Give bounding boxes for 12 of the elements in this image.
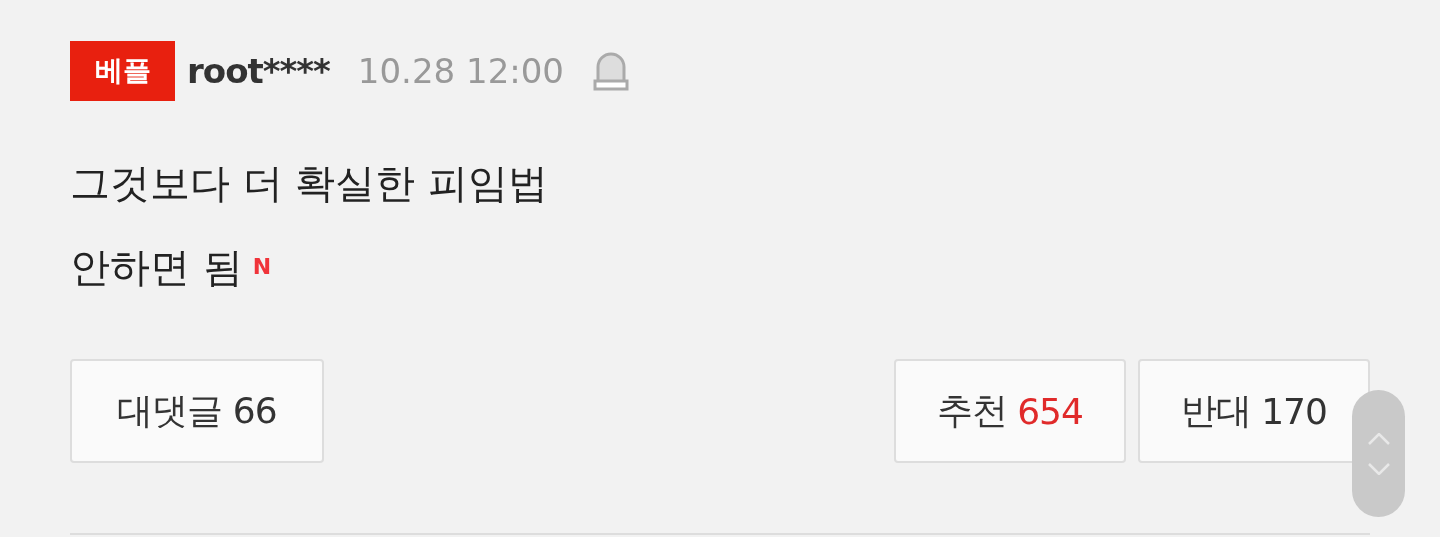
- author-name: root****: [187, 51, 330, 91]
- oppose-button[interactable]: 반대 170: [1138, 359, 1370, 463]
- recommend-button[interactable]: 추천 654: [894, 359, 1126, 463]
- bell-icon[interactable]: [592, 51, 630, 91]
- comment-time: 10.28 12:00: [357, 51, 564, 91]
- comment-text: 그것보다 더 확실한 피임법: [70, 159, 549, 208]
- chevron-up-icon[interactable]: [1367, 432, 1390, 445]
- comment-text: 안하면 됨: [70, 243, 243, 292]
- chevron-down-icon[interactable]: [1367, 462, 1390, 475]
- new-mark: N: [252, 253, 272, 281]
- best-badge: 베플: [70, 41, 175, 101]
- reply-button[interactable]: 대댓글 66: [70, 359, 324, 463]
